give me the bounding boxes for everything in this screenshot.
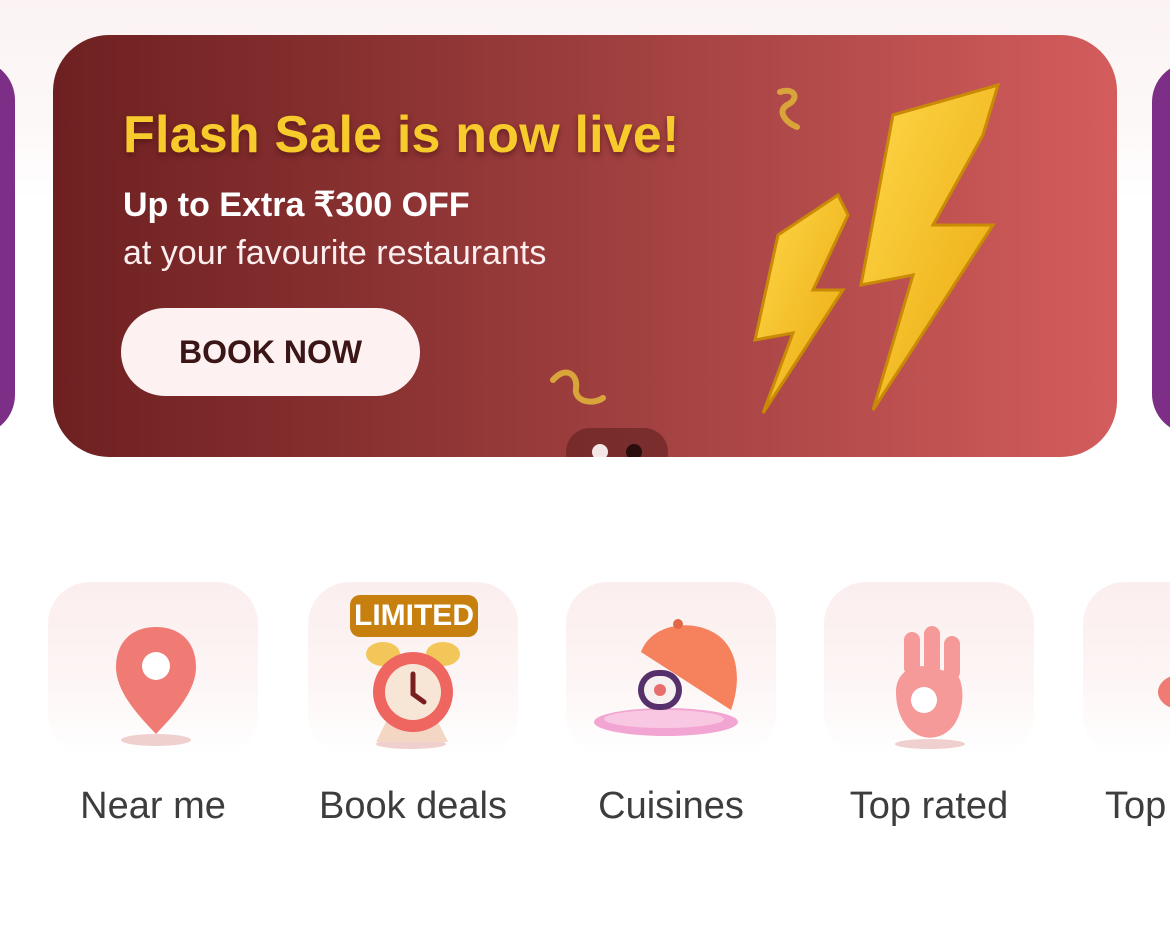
category-tile-top-rated[interactable]: [824, 582, 1034, 757]
ok-hand-icon: [895, 626, 965, 749]
book-now-button[interactable]: BOOK NOW: [121, 308, 420, 396]
category-icon: [1158, 676, 1170, 708]
category-label-top-rated: Top rated: [849, 785, 1009, 827]
location-pin-icon: [116, 627, 196, 746]
category-tile-near-me[interactable]: [48, 582, 258, 757]
category-tile-top[interactable]: [1083, 582, 1170, 757]
limited-badge: LIMITED: [350, 595, 478, 637]
category-label-top: Top: [1105, 785, 1167, 827]
cloche-dish-icon: [594, 619, 738, 736]
previous-banner-peek[interactable]: [0, 60, 15, 435]
carousel-page-indicator[interactable]: [566, 428, 668, 457]
banner-title: Flash Sale is now live!: [123, 106, 680, 164]
home-screen: Flash Sale is now live! Up to Extra ₹300…: [0, 0, 1170, 942]
banner-subtitle-secondary: at your favourite restaurants: [123, 234, 547, 272]
category-label-cuisines: Cuisines: [598, 785, 744, 827]
category-label-near-me: Near me: [80, 785, 226, 827]
category-label-book-deals: Book deals: [318, 785, 507, 827]
next-banner-peek[interactable]: [1152, 62, 1170, 434]
confetti-icon: [550, 369, 606, 405]
confetti-icon: [777, 87, 800, 130]
carousel-dot-active[interactable]: [592, 444, 608, 457]
flash-sale-banner[interactable]: Flash Sale is now live! Up to Extra ₹300…: [53, 35, 1117, 457]
carousel-dot[interactable]: [626, 444, 642, 457]
category-tile-cuisines[interactable]: [566, 582, 776, 757]
banner-subtitle: Up to Extra ₹300 OFF: [123, 186, 470, 224]
